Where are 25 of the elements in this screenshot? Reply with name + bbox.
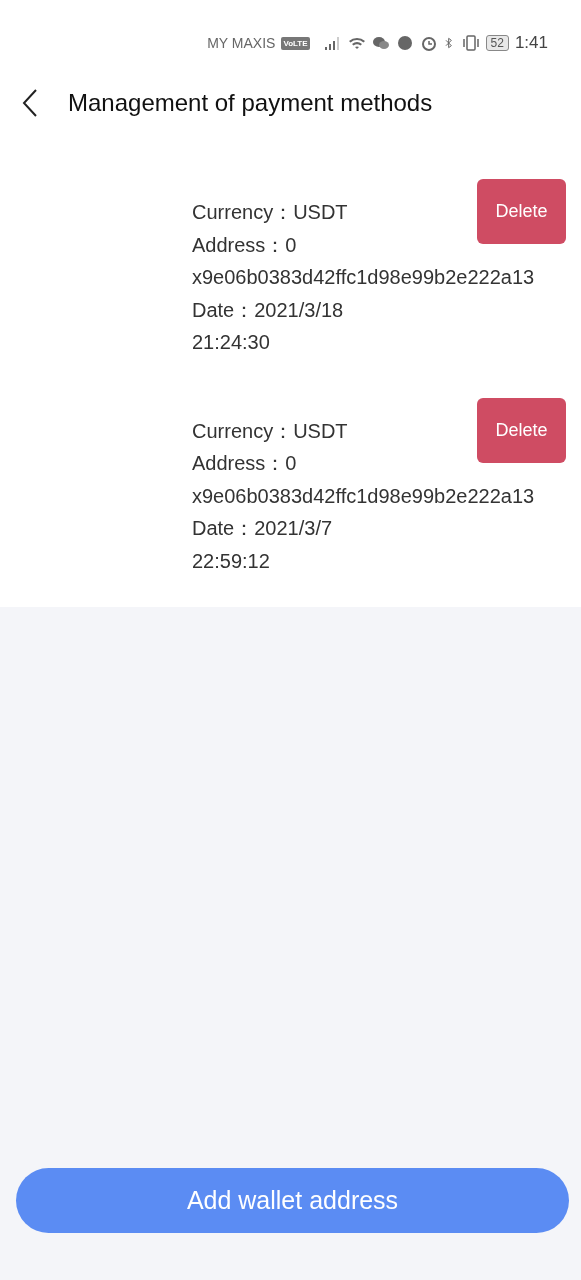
back-icon[interactable]: [22, 88, 38, 118]
page-title: Management of payment methods: [68, 89, 433, 117]
wallet-detail: Currency：USDT: [192, 201, 348, 223]
alarm-icon: [419, 35, 438, 51]
delete-button[interactable]: Delete: [477, 397, 566, 463]
vibrate-icon: [461, 35, 480, 51]
network-badge: VoLTE: [281, 36, 310, 50]
wallet-detail: Date：2021/3/18: [192, 298, 344, 321]
wallet-detail: x9e06b0383d42ffc1d98e99b2e222a13: [192, 266, 535, 288]
battery-icon: 52: [485, 35, 509, 51]
carrier-name: MY MAXIS: [207, 35, 276, 51]
add-wallet-button[interactable]: Add wallet address: [16, 1168, 569, 1233]
wallet-detail: Address：0: [192, 233, 297, 256]
wallet-detail: 21:24:30: [192, 331, 270, 353]
clock-time: 1:41: [514, 33, 548, 53]
delete-button[interactable]: Delete: [477, 179, 566, 244]
wallet-detail: Currency：USDT: [192, 419, 348, 442]
signal-icon: [323, 35, 342, 51]
wallet-detail: Date：2021/3/7: [192, 517, 333, 539]
wifi-icon: [347, 35, 366, 51]
wallet-detail: x9e06b0383d42ffc1d98e99b2e222a13: [192, 484, 535, 507]
chat-icon: [371, 35, 390, 51]
wallet-detail: Address：0: [192, 452, 297, 474]
round-app-icon: [395, 35, 414, 51]
wallet-detail: 22:59:12: [192, 549, 270, 572]
